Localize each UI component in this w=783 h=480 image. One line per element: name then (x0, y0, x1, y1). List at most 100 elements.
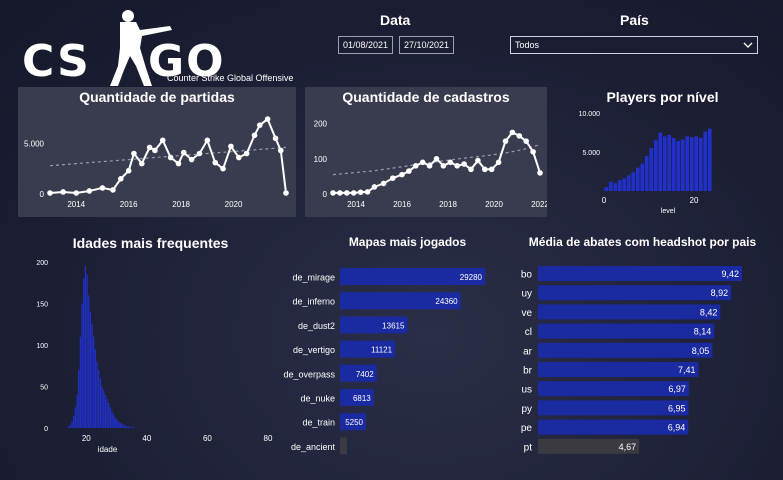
series-line (333, 131, 541, 194)
bar (680, 139, 685, 191)
data-point (264, 116, 271, 122)
x-tick-label: 20 (690, 196, 699, 205)
data-point (406, 168, 412, 174)
bar (538, 266, 742, 281)
title-nivel: Players por nível (606, 89, 719, 105)
bar (73, 415, 75, 428)
bar (78, 369, 80, 428)
bar (694, 136, 699, 191)
data-point (131, 150, 137, 157)
bar (340, 437, 347, 455)
logo-text-cs: CS (22, 36, 91, 87)
bar (538, 342, 713, 358)
data-point (502, 138, 509, 144)
data-label: 24360 (435, 297, 458, 306)
bar (604, 187, 609, 191)
title-mapas: Mapas mais jogados (348, 235, 467, 249)
bar (93, 336, 95, 428)
x-tick-label: 2020 (485, 200, 503, 209)
data-point (390, 175, 396, 181)
data-point (350, 190, 357, 196)
bar (91, 324, 93, 428)
data-point (146, 144, 153, 151)
data-point (413, 163, 419, 169)
bar (109, 407, 112, 428)
y-tick-label: 200 (36, 260, 48, 267)
country-dropdown-value: Todos (515, 40, 540, 50)
bar (83, 278, 85, 428)
data-point (47, 190, 53, 196)
data-point (272, 135, 279, 142)
bar (649, 148, 654, 191)
data-point (60, 189, 66, 195)
x-tick-label: 2018 (172, 200, 190, 209)
bar (89, 311, 92, 428)
data-point (371, 184, 378, 190)
date-end-input[interactable]: 27/10/2021 (399, 36, 455, 54)
x-tick-label: 20 (82, 434, 91, 443)
data-label: 6,95 (668, 403, 686, 413)
bar (96, 361, 98, 428)
bar (71, 421, 73, 428)
data-point (461, 161, 467, 167)
bar (133, 427, 135, 428)
data-label: 9,42 (721, 269, 739, 279)
data-point (228, 143, 234, 150)
bar (119, 423, 122, 428)
chart-headshot: bo 9,42 uy 8,92 ve 8,42 cl 8,14 ar 8,05 br 7,41 us 6,… (521, 266, 742, 454)
data-label: 13615 (382, 321, 405, 330)
bar (104, 394, 107, 428)
data-label: 11121 (371, 346, 393, 355)
bar (667, 134, 672, 191)
bar (689, 137, 694, 191)
data-point (330, 190, 336, 196)
title-idades: Idades mais frequentes (72, 235, 229, 251)
data-label: 6813 (353, 394, 371, 403)
bar (106, 398, 108, 428)
category-label: de_dust2 (298, 321, 335, 331)
date-start-input[interactable]: 01/08/2021 (338, 36, 394, 54)
y-tick-label: 0 (44, 426, 48, 433)
chevron-down-icon (743, 42, 753, 48)
data-point (86, 188, 93, 194)
data-point (236, 154, 242, 161)
chart-nivel: 5.000 10.000 0 20 level (579, 111, 712, 215)
data-point (256, 122, 263, 128)
data-point (118, 176, 124, 182)
data-point (495, 159, 502, 166)
bar (69, 424, 72, 428)
x-tick-label: 2022 (531, 200, 547, 209)
data-point (212, 159, 218, 166)
data-point (175, 160, 182, 167)
title-partidas: Quantidade de partidas (79, 89, 235, 105)
bar (113, 414, 115, 428)
bar (608, 181, 613, 191)
bar (658, 132, 663, 191)
category-label: de_ancient (291, 442, 336, 452)
bar (76, 394, 78, 428)
y-tick-label: 100 (314, 155, 328, 164)
bar (626, 175, 631, 191)
category-label: br (523, 366, 533, 377)
y-tick-label: 100 (36, 343, 48, 350)
bar (703, 131, 708, 191)
country-dropdown[interactable]: Todos (510, 36, 758, 54)
data-point (509, 129, 516, 136)
data-point (337, 190, 343, 196)
bar (538, 419, 689, 435)
bar (676, 141, 681, 191)
data-point (399, 171, 405, 178)
country-filter-title: País (620, 12, 649, 28)
data-point (188, 156, 195, 163)
data-point (138, 160, 145, 167)
data-point (433, 155, 440, 162)
bar (538, 400, 689, 416)
data-label: 7402 (356, 370, 374, 379)
bar (644, 155, 649, 191)
data-point (530, 148, 536, 155)
bar (538, 304, 721, 320)
x-tick-label: 2014 (347, 200, 365, 209)
data-point (204, 137, 211, 144)
bar (129, 427, 132, 428)
chart-partidas: 0 5.000 2014 2016 2018 2020 (24, 116, 289, 209)
